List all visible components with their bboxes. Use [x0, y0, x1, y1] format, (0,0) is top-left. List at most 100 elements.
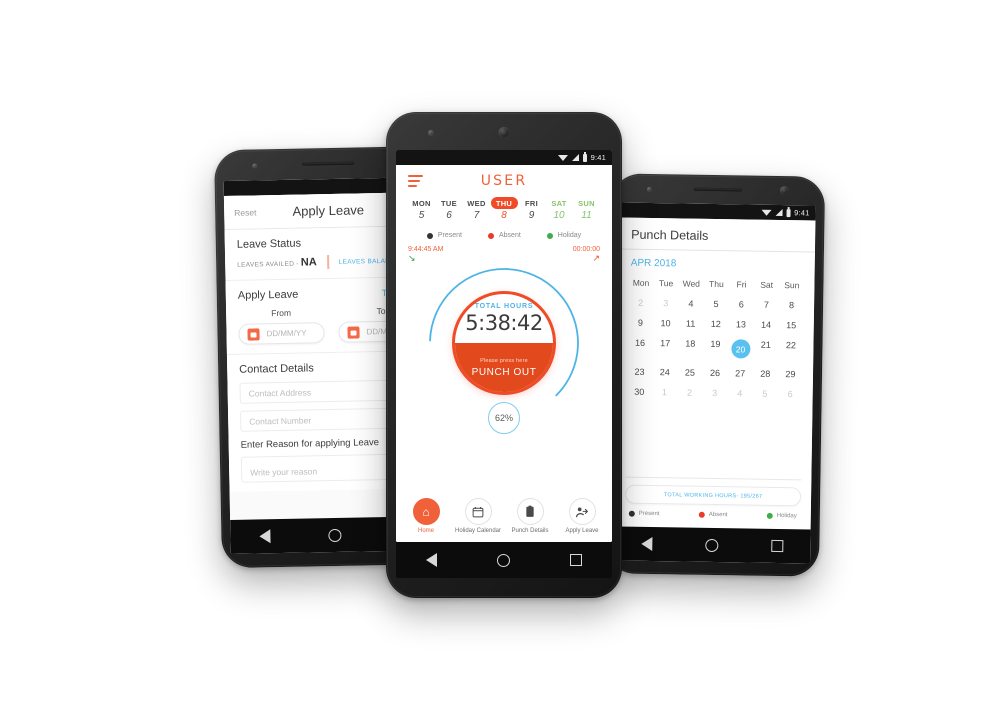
calendar-day-cell[interactable]: 25 — [677, 362, 702, 382]
legend-item-holiday: Holiday — [546, 232, 582, 239]
week-day-number: 10 — [553, 210, 565, 221]
home-button-icon[interactable] — [328, 528, 342, 542]
calendar-day-cell[interactable]: 29 — [778, 364, 803, 384]
footer-divider — [625, 476, 802, 481]
punch-times-row: 9:44:45 AM ↘ 00:00:00 ↗ — [396, 241, 612, 263]
calendar-day-cell[interactable]: 12 — [703, 314, 728, 334]
legend-dot-icon — [487, 232, 494, 239]
calendar-day-cell[interactable]: 2 — [677, 382, 702, 402]
legend-dot-icon — [766, 512, 773, 519]
calendar-selected-day: 20 — [730, 339, 751, 359]
calendar-day-cell[interactable]: 17 — [652, 333, 678, 362]
legend-label: Present — [437, 232, 462, 239]
percent-badge: 62% — [488, 402, 520, 434]
legend-label: Holiday — [557, 232, 582, 239]
week-day-thu[interactable]: THU 8 — [490, 197, 518, 221]
calendar-day-cell[interactable]: 3 — [702, 383, 727, 403]
recents-button-icon[interactable] — [570, 554, 582, 566]
legend-item-holiday: Holiday — [766, 512, 797, 519]
calendar-day-cell[interactable]: 11 — [678, 313, 703, 333]
calendar-day-cell[interactable]: 23 — [627, 362, 652, 382]
legend-dot-icon — [426, 232, 433, 239]
calendar-day-cell[interactable]: 21 — [753, 335, 779, 364]
calendar-day-cell[interactable]: 4 — [727, 383, 752, 403]
week-day-name: FRI — [525, 198, 538, 208]
leaves-availed: LEAVES AVAILED - NA — [237, 256, 317, 270]
tab-holiday-calendar[interactable]: Holiday Calendar — [453, 498, 503, 534]
calendar-day-cell[interactable]: 7 — [754, 295, 779, 315]
tab-apply-leave[interactable]: Apply Leave — [557, 498, 607, 534]
apply-leave-section-title: Apply Leave — [237, 288, 299, 302]
punch-out-value: 00:00:00 — [572, 246, 600, 253]
week-day-tue[interactable]: TUE 6 — [436, 197, 463, 222]
calendar-day-cell[interactable]: 13 — [728, 314, 753, 334]
back-button-icon[interactable] — [640, 536, 653, 552]
week-day-sun[interactable]: SUN 11 — [573, 197, 600, 222]
tab-label: Apply Leave — [565, 528, 599, 534]
calendar-day-cell[interactable]: 28 — [753, 364, 778, 384]
week-day-number: 6 — [446, 210, 452, 221]
week-day-name: TUE — [441, 198, 457, 208]
week-day-name: THU — [490, 197, 518, 209]
wifi-icon — [761, 209, 772, 216]
calendar-day-cell[interactable]: 14 — [753, 315, 778, 335]
calendar-day-cell[interactable]: 27 — [727, 363, 752, 383]
calendar-weekday-tue: Tue — [658, 278, 674, 289]
total-hours-value: 5:38:42 — [465, 310, 543, 335]
home-button-icon[interactable] — [497, 553, 510, 567]
calendar-day-cell[interactable]: 5 — [703, 294, 728, 314]
calendar-weeks: 2 3 4 5 6 7 8 9 10 11 12 13 14 15 16 17 18 19 20 21 22 23 24 25… — [627, 293, 805, 405]
calendar-week-row: 16 17 18 19 20 21 22 — [627, 333, 803, 365]
calendar-day-cell[interactable]: 19 — [703, 334, 729, 363]
punch-details-footer: TOTAL WORKING HOURS- 195/267 Present Abse… — [615, 473, 812, 529]
calendar-day-cell[interactable]: 6 — [777, 384, 802, 404]
tab-punch-details[interactable]: Punch Details — [505, 498, 555, 534]
from-date-input[interactable]: DD/MM/YY — [238, 322, 325, 345]
punch-details-header: Punch Details — [618, 217, 816, 253]
calendar-day-cell[interactable]: 5 — [752, 384, 777, 404]
calendar-day-cell[interactable]: 24 — [652, 362, 677, 382]
recents-button-icon[interactable] — [771, 539, 784, 553]
calendar-day-cell[interactable]: 22 — [778, 335, 804, 364]
week-day-name: WED — [467, 198, 486, 208]
week-day-wed[interactable]: WED 7 — [463, 197, 490, 222]
calendar-icon — [464, 498, 492, 525]
calendar-day-cell[interactable]: 16 — [627, 333, 653, 362]
center-status-time: 9:41 — [590, 153, 606, 162]
week-day-mon[interactable]: MON 5 — [408, 197, 435, 222]
calendar-day-cell[interactable]: 26 — [702, 363, 727, 383]
tab-label: Punch Details — [511, 528, 549, 534]
calendar-weekday-fri: Fri — [736, 279, 747, 290]
punch-dial[interactable]: TOTAL HOURS 5:38:42 Please press here PU… — [452, 291, 556, 395]
month-calendar: Mon Tue Wed Thu Fri Sat Sun 2 3 4 5 6 7 8 9 10 11 12 13 14… — [617, 272, 815, 404]
calendar-day-cell[interactable]: 15 — [778, 315, 803, 335]
reset-button[interactable]: Reset — [234, 207, 256, 217]
calendar-weekday-wed: Wed — [682, 278, 701, 289]
calendar-day-cell[interactable]: 6 — [729, 294, 754, 314]
calendar-day-cell[interactable]: 20 — [728, 334, 754, 363]
calendar-day-cell[interactable]: 10 — [653, 313, 678, 333]
week-day-name: SAT — [551, 198, 567, 208]
calendar-day-cell[interactable]: 2 — [628, 293, 653, 313]
calendar-day-cell[interactable]: 4 — [678, 293, 703, 313]
calendar-icon — [247, 327, 260, 341]
calendar-day-cell[interactable]: 18 — [677, 333, 703, 362]
center-android-navbar — [396, 542, 612, 578]
back-button-icon[interactable] — [259, 529, 271, 544]
tab-home[interactable]: ⌂ Home — [401, 498, 451, 534]
calendar-day-cell[interactable]: 8 — [779, 295, 804, 315]
week-day-fri[interactable]: FRI 9 — [518, 197, 545, 222]
hamburger-icon[interactable] — [408, 175, 423, 187]
calendar-day-cell[interactable]: 3 — [653, 293, 678, 313]
home-button-icon[interactable] — [705, 538, 719, 552]
calendar-day-cell[interactable]: 9 — [628, 313, 653, 333]
calendar-day-cell[interactable]: 30 — [627, 382, 652, 402]
back-button-icon[interactable] — [426, 553, 437, 567]
calendar-week-row: 30 1 2 3 4 5 6 — [627, 382, 803, 405]
earpiece-speaker — [693, 187, 742, 192]
calendar-day-cell[interactable]: 1 — [652, 382, 677, 402]
contact-number-placeholder: Contact Number — [249, 414, 312, 427]
home-app: USER MON 5 TUE 6 WED 7 THU 8 FRI 9 SAT 10 SUN 11 Pres… — [396, 165, 612, 542]
legend-label: Absent — [708, 511, 728, 519]
week-day-sat[interactable]: SAT 10 — [546, 197, 573, 222]
